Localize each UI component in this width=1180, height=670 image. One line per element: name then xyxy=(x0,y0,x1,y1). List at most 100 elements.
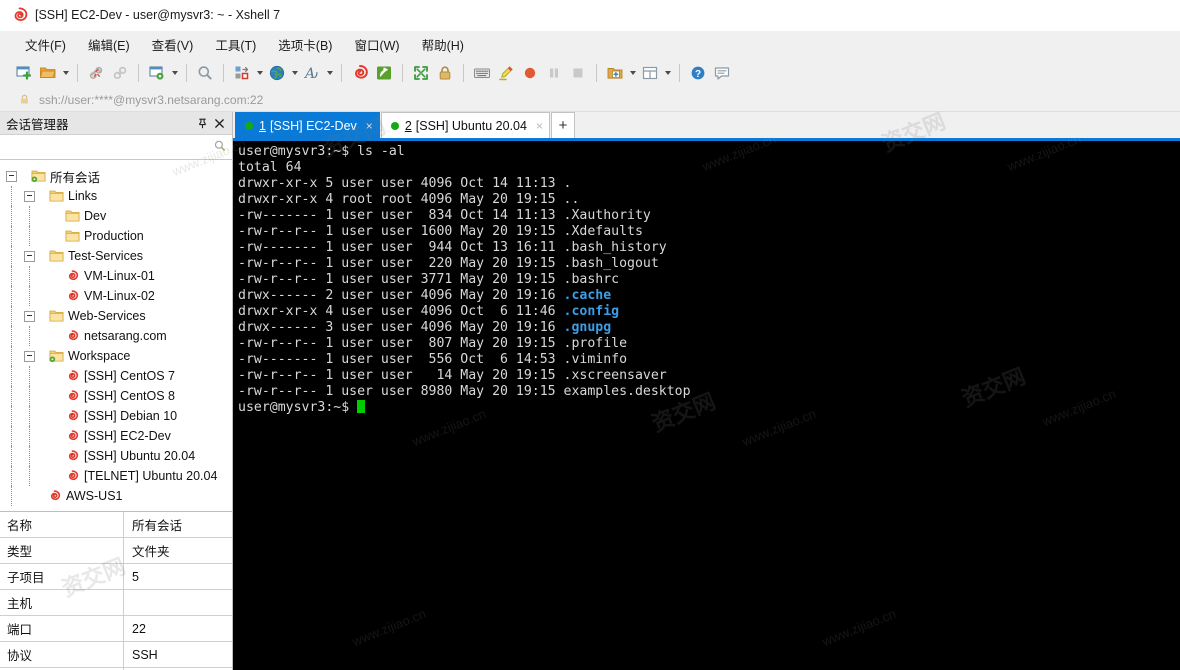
terminal-line: drwxr-xr-x 5 user user 4096 Oct 14 11:13… xyxy=(238,176,1180,192)
pause-icon[interactable] xyxy=(542,61,566,85)
tree-collapse-icon[interactable] xyxy=(24,310,35,322)
tree-item[interactable]: [SSH] Debian 10 xyxy=(0,406,232,426)
menu-tabs[interactable]: 选项卡(B) xyxy=(267,32,343,57)
menu-view[interactable]: 查看(V) xyxy=(141,32,205,57)
tree-item[interactable]: [SSH] Ubuntu 20.04 xyxy=(0,446,232,466)
open-folder-icon[interactable] xyxy=(36,61,60,85)
terminal-line: total 64 xyxy=(238,160,1180,176)
property-key: 协议 xyxy=(0,642,124,667)
tree-item[interactable]: netsarang.com xyxy=(0,326,232,346)
session-tree[interactable]: 所有会话 Links Dev Production Test-Services VM-Li… xyxy=(0,160,232,511)
reconnect-icon[interactable] xyxy=(108,61,132,85)
menu-edit[interactable]: 编辑(E) xyxy=(77,32,141,57)
toolbar-separator xyxy=(463,64,464,82)
terminal-tab[interactable]: 2 [SSH] Ubuntu 20.04 × xyxy=(380,112,550,138)
terminal-text: user@mysvr3:~$ ls -al xyxy=(238,144,405,159)
tree-item[interactable]: Workspace xyxy=(0,346,232,366)
font-dropdown-icon[interactable] xyxy=(324,61,335,85)
tab-close-icon[interactable]: × xyxy=(536,119,543,133)
tree-item[interactable]: Test-Services xyxy=(0,246,232,266)
tree-item-label: [TELNET] Ubuntu 20.04 xyxy=(84,469,218,483)
tree-item-label: [SSH] CentOS 8 xyxy=(84,389,176,403)
search-icon[interactable] xyxy=(213,139,227,156)
disconnect-icon[interactable] xyxy=(84,61,108,85)
address-bar[interactable]: ssh://user:****@mysvr3.netsarang.com:22 xyxy=(0,88,1180,112)
fullscreen-icon[interactable] xyxy=(409,61,433,85)
tab-close-icon[interactable]: × xyxy=(366,119,373,133)
folder-icon xyxy=(63,209,82,223)
tree-item[interactable]: Web-Services xyxy=(0,306,232,326)
tree-guide xyxy=(11,326,12,346)
menu-window[interactable]: 窗口(W) xyxy=(343,32,410,57)
font-icon[interactable]: A xyxy=(300,61,324,85)
main-body: 会话管理器 所有会话 Links Dev Production Test-Ser… xyxy=(0,112,1180,670)
search-input[interactable] xyxy=(6,139,213,155)
terminal-line: -rw-r--r-- 1 user user 8980 May 20 19:15… xyxy=(238,384,1180,400)
find-icon[interactable] xyxy=(193,61,217,85)
menu-tools[interactable]: 工具(T) xyxy=(204,32,267,57)
stop-icon[interactable] xyxy=(566,61,590,85)
terminal-line: drwxr-xr-x 4 user user 4096 Oct 6 11:46 … xyxy=(238,304,1180,320)
tree-item[interactable]: Links xyxy=(0,186,232,206)
xshell-icon[interactable] xyxy=(348,61,372,85)
new-tab-button[interactable]: + xyxy=(550,112,575,138)
tree-item[interactable]: [SSH] CentOS 7 xyxy=(0,366,232,386)
tree-item[interactable]: 所有会话 xyxy=(0,166,232,186)
tree-guide xyxy=(11,346,12,366)
terminal-text: -rw-r--r-- 1 user user 8980 May 20 19:15… xyxy=(238,384,691,399)
tree-item[interactable]: AWS-US1 xyxy=(0,486,232,506)
tab-bar[interactable]: 1 [SSH] EC2-Dev × 2 [SSH] Ubuntu 20.04 × + xyxy=(233,112,1180,138)
session-properties-icon[interactable] xyxy=(145,61,169,85)
globe-dropdown-icon[interactable] xyxy=(289,61,300,85)
new-tab-dropdown-icon[interactable] xyxy=(627,61,638,85)
new-session-icon[interactable] xyxy=(12,61,36,85)
tree-guide xyxy=(11,406,12,426)
transfer-file-icon[interactable] xyxy=(230,61,254,85)
tree-collapse-icon[interactable] xyxy=(24,350,35,362)
property-value: 文件夹 xyxy=(132,545,170,559)
menu-file[interactable]: 文件(F) xyxy=(14,32,77,57)
tree-guide xyxy=(29,426,30,446)
session-icon xyxy=(63,469,82,483)
session-properties-dropdown-icon[interactable] xyxy=(169,61,180,85)
new-tab-icon[interactable] xyxy=(603,61,627,85)
open-folder-dropdown-icon[interactable] xyxy=(60,61,71,85)
property-key: 主机 xyxy=(0,590,124,615)
session-search-bar[interactable] xyxy=(0,135,232,160)
lock-icon[interactable] xyxy=(433,61,457,85)
tree-item[interactable]: VM-Linux-02 xyxy=(0,286,232,306)
transfer-file-dropdown-icon[interactable] xyxy=(254,61,265,85)
tab-number: 1 xyxy=(259,118,266,133)
toolbar-separator xyxy=(77,64,78,82)
property-value: 所有会话 xyxy=(132,519,183,533)
terminal-line: -rw------- 1 user user 834 Oct 14 11:13 … xyxy=(238,208,1180,224)
pin-icon[interactable] xyxy=(194,115,211,132)
layout-icon[interactable] xyxy=(638,61,662,85)
terminal-tab[interactable]: 1 [SSH] EC2-Dev × xyxy=(235,112,380,138)
layout-dropdown-icon[interactable] xyxy=(662,61,673,85)
tree-item[interactable]: [SSH] EC2-Dev xyxy=(0,426,232,446)
record-icon[interactable] xyxy=(518,61,542,85)
xftp-icon[interactable] xyxy=(372,61,396,85)
tree-item[interactable]: Dev xyxy=(0,206,232,226)
highlight-icon[interactable] xyxy=(494,61,518,85)
feedback-icon[interactable] xyxy=(710,61,734,85)
menu-help[interactable]: 帮助(H) xyxy=(411,32,475,57)
globe-icon[interactable] xyxy=(265,61,289,85)
title-bar: [SSH] EC2-Dev - user@mysvr3: ~ - Xshell … xyxy=(0,0,1180,31)
tree-collapse-icon[interactable] xyxy=(6,170,17,182)
keyboard-icon[interactable] xyxy=(470,61,494,85)
terminal-line: -rw-r--r-- 1 user user 220 May 20 19:15 … xyxy=(238,256,1180,272)
tree-item[interactable]: [SSH] CentOS 8 xyxy=(0,386,232,406)
tree-collapse-icon[interactable] xyxy=(24,190,35,202)
tree-item[interactable]: [TELNET] Ubuntu 20.04 xyxy=(0,466,232,486)
terminal-output[interactable]: user@mysvr3:~$ ls -al total 64 drwxr-xr-x … xyxy=(233,138,1180,670)
tab-number: 2 xyxy=(404,118,412,133)
tree-item[interactable]: Production xyxy=(0,226,232,246)
tree-item[interactable]: VM-Linux-01 xyxy=(0,266,232,286)
close-icon[interactable] xyxy=(211,115,228,132)
tree-collapse-icon[interactable] xyxy=(24,250,35,262)
help-icon[interactable]: ? xyxy=(686,61,710,85)
session-icon xyxy=(63,449,82,463)
window-title: [SSH] EC2-Dev - user@mysvr3: ~ - Xshell … xyxy=(35,8,281,22)
